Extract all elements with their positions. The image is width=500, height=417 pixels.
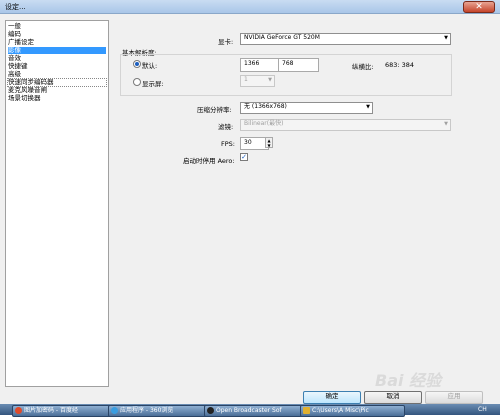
downscale-label: 压缩分辨率:: [197, 106, 232, 114]
sidebar-item-audio[interactable]: 音效: [8, 55, 106, 62]
chevron-down-icon: ▼: [366, 104, 370, 110]
watermark-logo: Bai 经验: [375, 371, 442, 390]
filter-select[interactable]: Bilinear(最快) ▼: [240, 119, 451, 131]
adapter-select[interactable]: NVIDIA GeForce GT 520M ▼: [240, 33, 451, 45]
window-title-bar: 设定... ✕: [0, 0, 500, 14]
sidebar-item-noise-gate[interactable]: 麦克风噪音闸: [8, 87, 106, 94]
chevron-down-icon: ▼: [268, 77, 272, 83]
height-input[interactable]: 768: [278, 58, 319, 72]
taskbar-item-label: Open Broadcaster Sof: [216, 407, 282, 414]
aspect-value: 683: 384: [385, 61, 415, 69]
sidebar-item-general[interactable]: 一般: [8, 23, 106, 30]
monitor-label: 显示屏:: [142, 80, 164, 88]
sidebar-item-encoding[interactable]: 编码: [8, 31, 106, 38]
spin-down-icon[interactable]: ▼: [266, 143, 272, 148]
taskbar: 图片加密码 - 百度经 应用程序 - 360浏览 Open Broadcaste…: [0, 404, 500, 417]
apply-button[interactable]: 应用: [425, 391, 483, 404]
filter-value: Bilinear(最快): [244, 120, 284, 127]
sidebar-item-hotkeys[interactable]: 快捷键: [8, 63, 106, 70]
taskbar-item-label: 图片加密码 - 百度经: [24, 407, 78, 414]
chevron-down-icon: ▼: [444, 35, 448, 41]
cancel-button[interactable]: 取消: [364, 391, 422, 404]
taskbar-item-explorer[interactable]: C:\Users\A Misc\Pic: [300, 405, 405, 417]
adapter-value: NVIDIA GeForce GT 520M: [244, 34, 320, 41]
default-radio[interactable]: [133, 60, 141, 68]
browser-icon: [111, 407, 118, 414]
monitor-select[interactable]: 1 ▼: [240, 75, 275, 87]
fps-label: FPS:: [221, 140, 235, 148]
sidebar-item-broadcast[interactable]: 广播设定: [8, 39, 106, 46]
default-label: 默认:: [142, 62, 158, 70]
window-title: 设定...: [5, 3, 26, 11]
fps-spinner[interactable]: ▲ ▼: [265, 137, 273, 148]
filter-label: 滤镜:: [218, 123, 234, 131]
taskbar-item-label: 应用程序 - 360浏览: [120, 407, 174, 414]
downscale-value: 无 (1366x768): [244, 103, 287, 110]
taskbar-item-browser[interactable]: 图片加密码 - 百度经: [12, 405, 117, 417]
settings-category-list: 一般 编码 广播设定 影像 音效 快捷键 高级 快速同步编码器 麦克风噪音闸 场…: [5, 20, 109, 387]
taskbar-item-obs[interactable]: Open Broadcaster Sof: [204, 405, 309, 417]
adapter-label: 显卡:: [218, 38, 234, 46]
taskbar-item-label: C:\Users\A Misc\Pic: [312, 407, 369, 414]
sidebar-item-quicksync[interactable]: 快速同步编码器: [7, 78, 107, 87]
width-input[interactable]: 1366: [240, 58, 281, 72]
aero-checkbox[interactable]: ✓: [240, 153, 248, 161]
aspect-label: 纵横比:: [352, 63, 374, 71]
browser-icon: [15, 407, 22, 414]
sidebar-item-advanced[interactable]: 高级: [8, 71, 106, 78]
folder-icon: [303, 407, 310, 414]
downscale-select[interactable]: 无 (1366x768) ▼: [240, 102, 373, 114]
close-button[interactable]: ✕: [463, 1, 495, 13]
language-indicator[interactable]: CH: [478, 406, 487, 413]
taskbar-item-360-browser[interactable]: 应用程序 - 360浏览: [108, 405, 213, 417]
sidebar-item-scene-switcher[interactable]: 场景切换器: [8, 95, 106, 102]
chevron-down-icon: ▼: [444, 121, 448, 127]
obs-icon: [207, 407, 214, 414]
aero-label: 启动时停用 Aero:: [183, 157, 235, 165]
sidebar-item-video[interactable]: 影像: [8, 47, 106, 54]
monitor-radio[interactable]: [133, 78, 141, 86]
monitor-value: 1: [244, 76, 248, 83]
ok-button[interactable]: 确定: [303, 391, 361, 404]
